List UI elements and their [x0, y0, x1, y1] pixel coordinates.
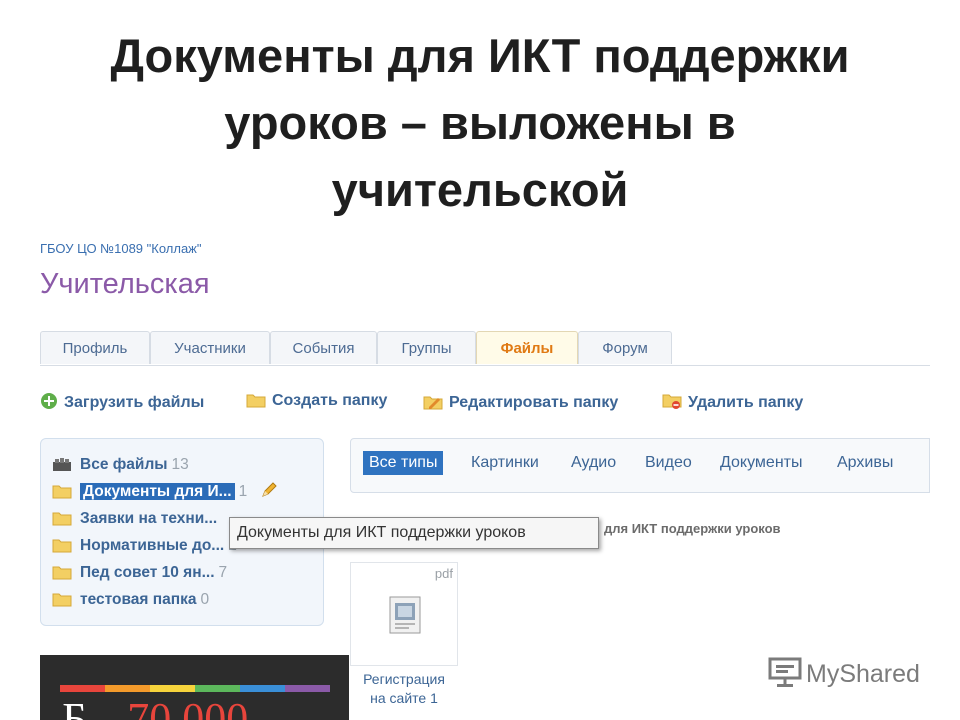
edit-folder-label: Редактировать папку [449, 394, 619, 411]
create-folder-label: Создать папку [272, 392, 388, 409]
slide-title: Документы для ИКТ поддержки уроков – выл… [40, 22, 920, 223]
filter-images[interactable]: Картинки [471, 451, 539, 475]
filter-documents[interactable]: Документы [720, 451, 802, 475]
folder-heading: для ИКТ поддержки уроков [604, 521, 781, 536]
folder-name: тестовая папка [80, 591, 197, 608]
pdf-file-icon [389, 596, 421, 634]
folder-new-icon [246, 394, 266, 408]
folder-count: 13 [171, 456, 189, 473]
tab-events[interactable]: События [270, 331, 377, 364]
file-type-filter: Все типы Картинки Аудио Видео Документы … [350, 438, 930, 493]
pencil-icon[interactable] [260, 481, 278, 499]
folder-item-normative[interactable]: Нормативные до...2 [52, 535, 237, 557]
tab-profile[interactable]: Профиль [40, 331, 150, 364]
banner-text: Б 70 000 [62, 693, 248, 720]
tab-groups[interactable]: Группы [377, 331, 476, 364]
folder-delete-icon [662, 394, 682, 409]
folder-name: Нормативные до... [80, 537, 225, 554]
school-name[interactable]: ГБОУ ЦО №1089 "Коллаж" [40, 241, 202, 256]
upload-icon [41, 393, 57, 409]
folder-count: 1 [238, 483, 248, 500]
file-card[interactable]: pdf [350, 562, 458, 666]
presentation-icon [768, 657, 802, 687]
rainbow-stripe [60, 685, 330, 692]
banner-letter: Б [62, 694, 88, 720]
filter-video[interactable]: Видео [645, 451, 692, 475]
folder-icon [52, 512, 72, 526]
myshared-logo: MyShared [768, 656, 920, 689]
edit-folder-link[interactable]: Редактировать папку [423, 392, 618, 412]
tab-members[interactable]: Участники [150, 331, 270, 364]
slide-title-line-1: Документы для ИКТ поддержки [110, 29, 850, 82]
tab-forum[interactable]: Форум [578, 331, 672, 364]
tab-files[interactable]: Файлы [476, 331, 578, 364]
section-title: Учительская [40, 268, 210, 300]
folder-icon [52, 566, 72, 580]
file-name-line-2: на сайте 1 [370, 690, 438, 706]
folder-edit-icon [423, 396, 443, 410]
folder-tooltip: Документы для ИКТ поддержки уроков [229, 517, 599, 549]
folder-name: Заявки на техни... [80, 510, 218, 527]
all-files-icon [53, 458, 71, 471]
delete-folder-label: Удалить папку [688, 394, 804, 411]
delete-folder-link[interactable]: Удалить папку [662, 392, 803, 412]
tab-bar: Профиль Участники События Группы Файлы Ф… [40, 331, 930, 366]
folder-icon [52, 485, 72, 499]
upload-files-link[interactable]: Загрузить файлы [40, 392, 204, 412]
folder-item-all-files[interactable]: Все файлы 13 [52, 454, 189, 476]
folder-name: Документы для И... [80, 483, 235, 500]
folder-name: Все файлы [80, 456, 168, 473]
folder-count: 7 [218, 564, 228, 581]
logo-text: MyShared [806, 660, 920, 688]
banner-number: 70 000 [127, 694, 249, 720]
folder-name: Пед совет 10 ян... [80, 564, 215, 581]
file-type-label: pdf [434, 566, 453, 581]
folder-item-ped-sovet[interactable]: Пед совет 10 ян... 7 [52, 562, 227, 584]
file-name-line-1: Регистрация [363, 671, 445, 687]
upload-files-label: Загрузить файлы [64, 394, 205, 411]
filter-all-types[interactable]: Все типы [363, 451, 444, 475]
slide-title-line-2: уроков – выложены в [224, 96, 736, 149]
folder-icon [52, 539, 72, 553]
folder-icon [52, 593, 72, 607]
folder-item-test[interactable]: тестовая папка 0 [52, 589, 209, 611]
filter-audio[interactable]: Аудио [571, 451, 616, 475]
file-name[interactable]: Регистрация на сайте 1 [350, 670, 458, 708]
folder-item-tech-requests[interactable]: Заявки на техни... [52, 508, 221, 530]
create-folder-link[interactable]: Создать папку [246, 392, 387, 410]
filter-archives[interactable]: Архивы [837, 451, 893, 475]
folder-count: 0 [200, 591, 210, 608]
slide-title-line-3: учительской [331, 163, 629, 216]
banner-image: Б 70 000 [40, 655, 349, 720]
folder-item-ikt-docs[interactable]: Документы для И... 1 [52, 481, 286, 503]
